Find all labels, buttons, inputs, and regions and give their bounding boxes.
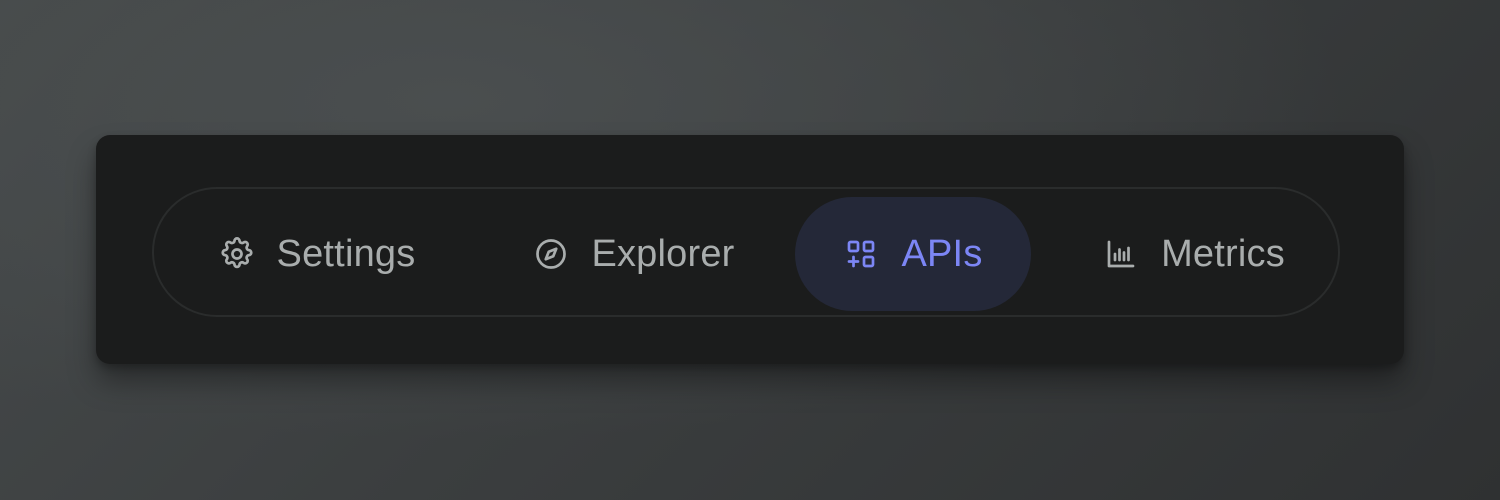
tab-metrics[interactable]: Metrics — [1074, 197, 1314, 311]
tab-metrics-label: Metrics — [1161, 233, 1285, 275]
tab-apis[interactable]: APIs — [795, 197, 1031, 311]
tab-explorer-label: Explorer — [591, 233, 735, 275]
tab-explorer[interactable]: Explorer — [509, 197, 759, 311]
tab-settings-label: Settings — [276, 233, 416, 275]
compass-icon — [533, 236, 569, 272]
gear-icon — [219, 236, 255, 272]
tab-bar: Settings Explorer APIs Metrics — [152, 187, 1340, 317]
nav-panel: Settings Explorer APIs Metrics — [96, 135, 1404, 364]
bar-chart-icon — [1103, 236, 1139, 272]
grid-plus-icon — [843, 236, 879, 272]
tab-settings[interactable]: Settings — [192, 197, 442, 311]
tab-apis-label: APIs — [901, 233, 983, 275]
